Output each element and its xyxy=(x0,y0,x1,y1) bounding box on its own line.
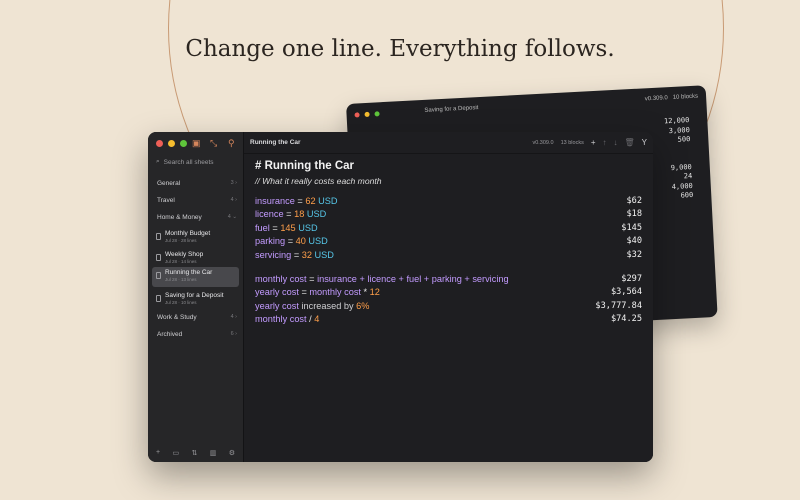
sidebar: ▣ ⤡ ⚲ ⌕ Search all sheets General 3 › Tr… xyxy=(148,132,244,462)
comment-line[interactable]: // What it really costs each month xyxy=(255,175,642,189)
line-result: $74.25 xyxy=(610,314,642,325)
trash-icon[interactable]: 🗑 xyxy=(625,138,635,147)
editor-pane: Running the Car v0.309.0 13 blocks + ↑ ↓… xyxy=(244,132,653,462)
sheet-item[interactable]: Weekly Shop Jul 28 · 14 lines xyxy=(152,249,239,269)
back-window-blocks: 10 blocks xyxy=(672,93,699,101)
sheet-meta: Jul 28 · 14 lines xyxy=(165,259,197,264)
expression-line[interactable]: fuel = 145 USD $145 xyxy=(255,222,642,236)
expression-line[interactable]: yearly cost = monthly cost * 12 $3,564 xyxy=(255,286,642,300)
close-button[interactable] xyxy=(156,140,163,147)
collapse-icon[interactable]: ⤡ xyxy=(210,138,217,149)
folder-archived[interactable]: Archived 6 › xyxy=(157,331,237,338)
folder-label: Home & Money xyxy=(157,214,202,221)
sheet-title: Monthly Budget xyxy=(165,230,211,237)
line-result: $32 xyxy=(626,249,642,260)
folder-home-money[interactable]: Home & Money 4 ⌄ xyxy=(157,214,237,221)
folder-label: Travel xyxy=(157,197,175,204)
folder-work-study[interactable]: Work & Study 4 › xyxy=(157,314,237,321)
expression-line[interactable]: monthly cost = insurance + licence + fue… xyxy=(255,273,642,287)
add-icon[interactable]: + xyxy=(156,449,160,457)
pin-icon[interactable]: ⚲ xyxy=(228,138,235,149)
merge-icon[interactable]: Y xyxy=(642,138,647,147)
line-result: $3,564 xyxy=(610,287,642,298)
sheet-item[interactable]: Saving for a Deposit Jul 28 · 10 lines xyxy=(152,290,239,310)
sheet-title: Running the Car xyxy=(165,269,213,276)
search-icon: ⌕ xyxy=(156,158,160,165)
folder-count: 4 xyxy=(227,214,231,220)
folder-label: Work & Study xyxy=(157,314,197,321)
sort-icon[interactable]: ⇅ xyxy=(191,449,197,457)
sheet-title: Running the Car xyxy=(250,139,301,146)
folder-icon[interactable]: ▭ xyxy=(172,449,179,457)
back-window-title: Saving for a Deposit xyxy=(424,105,479,114)
add-icon[interactable]: + xyxy=(591,138,596,147)
expression-line[interactable]: servicing = 32 USD $32 xyxy=(255,249,642,263)
line-result: $3,777.84 xyxy=(595,300,642,311)
app-window: ▣ ⤡ ⚲ ⌕ Search all sheets General 3 › Tr… xyxy=(148,132,653,462)
sheet-title: Saving for a Deposit xyxy=(165,292,224,299)
sheet-content[interactable]: # Running the Car // What it really cost… xyxy=(255,157,642,327)
marketing-headline: Change one line. Everything follows. xyxy=(185,36,615,62)
window-controls xyxy=(156,140,187,147)
document-icon xyxy=(156,272,161,279)
sidebar-footer: + ▭ ⇅ ▥ ⚙ xyxy=(156,449,235,457)
folder-label: General xyxy=(157,180,181,187)
sheet-item[interactable]: Monthly Budget Jul 28 · 28 lines xyxy=(152,228,239,248)
expression-line[interactable]: insurance = 62 USD $62 xyxy=(255,195,642,209)
search-field[interactable]: ⌕ Search all sheets xyxy=(156,158,214,166)
folder-general[interactable]: General 3 › xyxy=(157,180,237,187)
zoom-dot xyxy=(374,110,380,117)
expression-line[interactable]: parking = 40 USD $40 xyxy=(255,235,642,249)
gear-icon[interactable]: ⚙ xyxy=(229,449,235,457)
document-icon xyxy=(156,233,161,240)
sheet-title: Weekly Shop xyxy=(165,251,204,258)
line-result: $297 xyxy=(621,273,642,284)
document-icon xyxy=(156,295,161,302)
sheet-heading[interactable]: # Running the Car xyxy=(255,157,642,175)
sheet-item-active[interactable]: Running the Car Jul 28 · 13 lines xyxy=(152,267,239,287)
line-result: $62 xyxy=(626,195,642,206)
editor-toolbar: Running the Car v0.309.0 13 blocks + ↑ ↓… xyxy=(244,132,653,154)
line-result: $40 xyxy=(626,236,642,247)
sheet-meta: Jul 28 · 10 lines xyxy=(165,300,197,305)
expression-line[interactable]: monthly cost / 4 $74.25 xyxy=(255,313,642,327)
search-placeholder: Search all sheets xyxy=(163,158,214,166)
line-result: $145 xyxy=(621,222,642,233)
arrow-up-icon[interactable]: ↑ xyxy=(603,138,607,147)
expression-line[interactable]: yearly cost increased by 6% $3,777.84 xyxy=(255,300,642,314)
close-dot xyxy=(354,111,360,118)
version-label: v0.309.0 xyxy=(532,139,554,146)
sheet-meta: Jul 28 · 13 lines xyxy=(165,277,197,282)
folder-count: 3 xyxy=(230,180,234,186)
minimize-button[interactable] xyxy=(168,140,175,147)
sheet-meta: Jul 28 · 28 lines xyxy=(165,238,197,243)
block-count: 13 blocks xyxy=(560,139,584,146)
folder-travel[interactable]: Travel 4 › xyxy=(157,197,237,204)
folder-label: Archived xyxy=(157,331,183,338)
arrow-down-icon[interactable]: ↓ xyxy=(614,138,618,147)
document-icon xyxy=(156,254,161,261)
zoom-button[interactable] xyxy=(180,140,187,147)
folder-count: 4 xyxy=(230,314,234,320)
line-result: $18 xyxy=(626,209,642,220)
expression-line[interactable]: licence = 18 USD $18 xyxy=(255,208,642,222)
sidebar-toggle-icon[interactable]: ▣ xyxy=(192,138,201,149)
folder-count: 4 xyxy=(230,197,234,203)
back-window-version: v0.309.0 xyxy=(644,95,668,103)
folder-count: 6 xyxy=(230,331,234,337)
minimize-dot xyxy=(364,111,370,117)
chart-icon[interactable]: ▥ xyxy=(210,449,217,457)
